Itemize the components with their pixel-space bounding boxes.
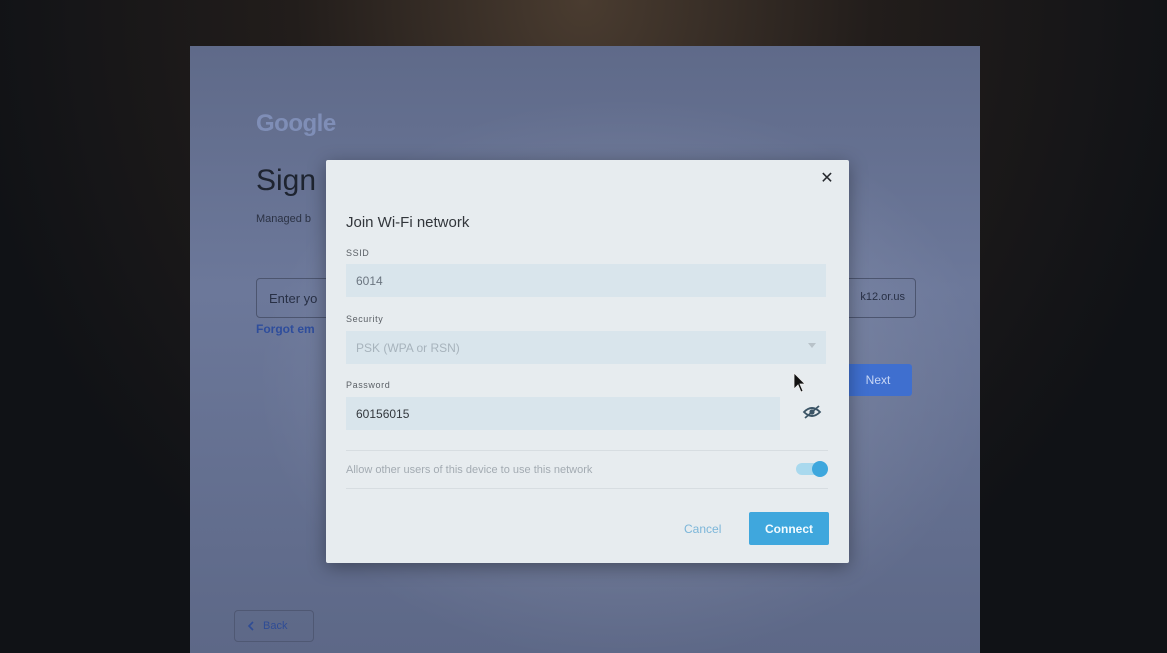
eye-off-icon[interactable]	[802, 404, 822, 420]
divider	[346, 488, 828, 489]
security-select[interactable]: PSK (WPA or RSN)	[346, 331, 826, 364]
mouse-cursor-icon	[793, 372, 806, 393]
managed-by-text: Managed b	[256, 213, 312, 225]
ssid-input[interactable]: 6014	[346, 264, 826, 297]
divider	[346, 450, 828, 451]
back-label: Back	[263, 620, 288, 632]
password-value: 60156015	[356, 406, 410, 421]
forgot-email-link[interactable]: Forgot em	[256, 322, 315, 336]
close-icon[interactable]: ✕	[815, 166, 839, 190]
share-network-label: Allow other users of this device to use …	[346, 464, 593, 476]
google-logo: Google	[256, 110, 336, 137]
password-input[interactable]: 60156015	[346, 397, 780, 430]
sign-in-title: Sign	[256, 164, 317, 197]
next-button[interactable]: Next	[844, 364, 912, 396]
chevron-down-icon	[808, 343, 816, 348]
cancel-button[interactable]: Cancel	[684, 522, 721, 536]
ssid-label: SSID	[346, 248, 370, 258]
back-button[interactable]: Back	[234, 610, 314, 642]
chevron-left-icon	[247, 621, 254, 631]
password-label: Password	[346, 380, 391, 390]
security-label: Security	[346, 314, 384, 324]
ssid-value: 6014	[356, 273, 383, 288]
join-wifi-dialog: ✕ Join Wi-Fi network SSID 6014 Security …	[326, 160, 849, 563]
share-network-toggle-knob[interactable]	[812, 461, 828, 477]
email-placeholder: Enter yo	[269, 291, 318, 306]
security-value: PSK (WPA or RSN)	[356, 340, 460, 355]
email-domain-suffix: k12.or.us	[860, 291, 905, 303]
dialog-title: Join Wi-Fi network	[346, 214, 470, 231]
connect-button[interactable]: Connect	[749, 512, 829, 545]
